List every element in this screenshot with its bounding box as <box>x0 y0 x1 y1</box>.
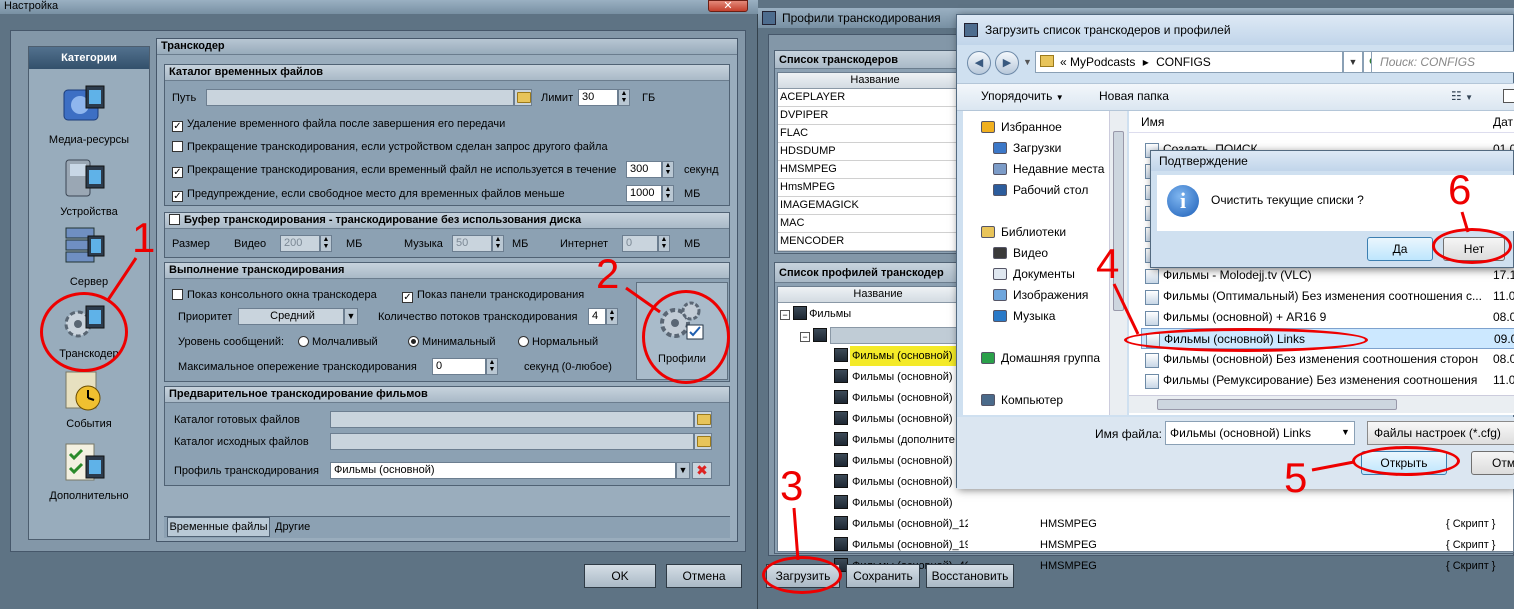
annotation-line-2 <box>625 286 661 314</box>
annotation-number-4: 4 <box>1096 240 1120 287</box>
annotation-number-1: 1 <box>132 214 156 261</box>
annotation-number-5: 5 <box>1284 454 1308 501</box>
annotation-number-6: 6 <box>1448 166 1472 213</box>
annotation-number-2: 2 <box>596 250 620 297</box>
annotation-line-3 <box>792 507 800 561</box>
annotation-line-6 <box>1460 211 1470 233</box>
annotation-line-5 <box>1311 460 1355 472</box>
annotation-line-4 <box>1112 283 1140 335</box>
annotation-lines <box>106 211 1470 561</box>
annotation-line-1 <box>106 257 138 301</box>
annotation-number-3: 3 <box>780 462 804 509</box>
